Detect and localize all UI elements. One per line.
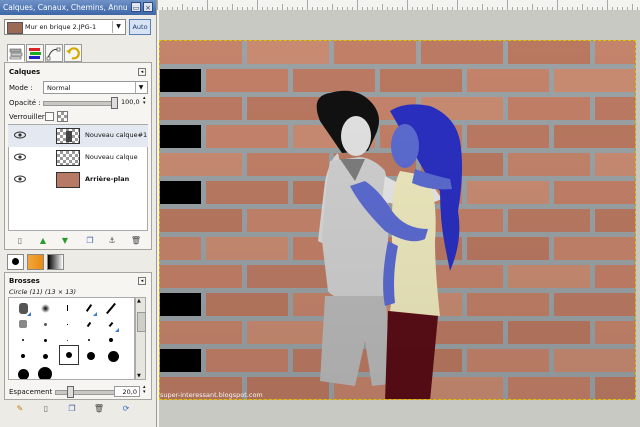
lock-alpha-icon[interactable]	[57, 111, 68, 122]
layer-row[interactable]: Nouveau calque#1	[8, 125, 148, 147]
spacing-label: Espacement :	[9, 388, 57, 396]
watermark-text: super-interessant.blogspot.com	[160, 391, 263, 399]
spacing-input[interactable]: 20,0	[114, 386, 140, 397]
refresh-brushes-icon[interactable]: ⟳	[120, 403, 132, 415]
layer-thumbnail	[56, 128, 80, 144]
eye-icon[interactable]	[14, 153, 26, 161]
chevron-down-icon[interactable]: ▼	[135, 82, 146, 93]
lower-layer-icon[interactable]: ▼	[59, 235, 71, 247]
scroll-up-icon[interactable]: ▲	[137, 298, 141, 304]
dock-title-bar[interactable]: Calques, Canaux, Chemins, Annuler... ▭ ×	[0, 0, 156, 15]
brush-calligraphic-icon[interactable]	[103, 300, 119, 316]
layer-row[interactable]: Nouveau calque	[8, 147, 148, 169]
anchor-layer-icon[interactable]: ⚓	[106, 235, 118, 247]
brick-wall-image	[160, 41, 635, 399]
opacity-spin-icon[interactable]: ▴ ▾	[143, 96, 146, 106]
paths-icon	[46, 47, 61, 61]
image-canvas[interactable]	[159, 40, 636, 400]
edit-brush-icon[interactable]: ✎	[14, 403, 26, 415]
current-brush-label: Circle (11) (13 × 13)	[9, 288, 77, 296]
auto-button[interactable]: Auto	[129, 19, 151, 35]
mode-select[interactable]: Normal ▼	[43, 81, 148, 94]
layers-icon	[9, 48, 23, 60]
opacity-label: Opacité :	[9, 99, 41, 107]
brush-icon	[12, 258, 19, 265]
lock-label: Verrouiller :	[9, 113, 50, 121]
brushes-panel-title: Brosses	[9, 277, 40, 285]
brush-circle-icon[interactable]	[103, 332, 119, 348]
layer-name: Arrière-plan	[85, 175, 130, 183]
brush-line-icon[interactable]	[59, 300, 75, 316]
brush-calligraphic-icon[interactable]	[103, 316, 119, 332]
brush-circle-icon[interactable]	[83, 348, 99, 364]
layer-name: Nouveau calque#1	[85, 131, 148, 139]
spacing-value: 20,0	[122, 388, 137, 396]
tab-undo-history[interactable]	[64, 44, 82, 62]
eye-icon[interactable]	[14, 175, 26, 183]
tab-layers[interactable]	[7, 44, 25, 62]
brush-calligraphic-icon[interactable]	[81, 316, 97, 332]
opacity-slider[interactable]	[43, 101, 117, 106]
brush-circle-icon[interactable]	[105, 348, 121, 364]
brush-fuzzy-icon[interactable]	[37, 316, 53, 332]
layers-panel-title: Calques	[9, 68, 41, 76]
opacity-value[interactable]: 100,0	[121, 98, 140, 106]
layer-row[interactable]: Arrière-plan	[8, 169, 148, 191]
brush-calligraphic-icon[interactable]	[81, 300, 97, 316]
brush-circle-icon[interactable]	[37, 348, 53, 364]
image-thumbnail	[7, 22, 23, 34]
brush-line-icon[interactable]	[59, 316, 75, 332]
brush-circle-icon[interactable]	[15, 332, 31, 348]
brush-circle-selected[interactable]	[59, 345, 79, 365]
brush-pepper-icon[interactable]	[15, 316, 31, 332]
tab-paths[interactable]	[45, 44, 63, 62]
brush-circle-icon[interactable]	[37, 332, 53, 348]
ruler-ticks	[157, 0, 638, 10]
brush-circle-icon[interactable]	[15, 366, 31, 379]
spacing-spin-icon[interactable]: ▴ ▾	[143, 385, 146, 395]
figures-artwork	[160, 41, 635, 399]
tab-channels[interactable]	[26, 44, 44, 62]
duplicate-brush-icon[interactable]: ❐	[66, 403, 78, 415]
layer-name: Nouveau calque	[85, 153, 138, 161]
spacing-slider[interactable]	[55, 390, 115, 395]
tab-gradients[interactable]	[47, 254, 64, 270]
brush-circle-icon[interactable]	[37, 366, 53, 379]
brush-grid[interactable]	[8, 297, 135, 380]
channels-icon	[29, 48, 41, 59]
brush-circle-icon[interactable]	[81, 332, 97, 348]
tab-patterns[interactable]	[27, 254, 44, 270]
new-brush-icon[interactable]: ▯	[40, 403, 52, 415]
chevron-down-icon[interactable]: ▼	[112, 21, 124, 33]
layer-thumbnail	[56, 172, 80, 188]
brush-pepper-icon[interactable]	[15, 300, 31, 316]
brush-circle-icon[interactable]	[15, 348, 31, 364]
tab-brushes[interactable]	[7, 254, 24, 270]
mode-value: Normal	[47, 84, 71, 92]
image-selector-value: Mur en brique 2.JPG-1	[25, 23, 97, 31]
new-layer-icon[interactable]: ▯	[14, 235, 26, 247]
brush-grid-scrollbar[interactable]: ▲ ▼	[135, 297, 146, 380]
lock-pixels-checkbox[interactable]	[45, 112, 54, 121]
duplicate-layer-icon[interactable]: ❐	[84, 235, 96, 247]
opacity-slider-handle[interactable]	[111, 97, 118, 109]
undo-icon	[66, 47, 80, 60]
scroll-down-icon[interactable]: ▼	[137, 373, 141, 379]
delete-brush-icon[interactable]: 🗑	[93, 403, 105, 415]
delete-layer-icon[interactable]: 🗑	[130, 235, 142, 247]
spacing-slider-handle[interactable]	[66, 386, 74, 398]
raise-layer-icon[interactable]: ▲	[37, 235, 49, 247]
dock-title: Calques, Canaux, Chemins, Annuler...	[3, 3, 127, 12]
scrollbar-thumb[interactable]	[137, 312, 146, 332]
brush-fuzzy-icon[interactable]	[37, 300, 53, 316]
restore-icon[interactable]: ▭	[131, 2, 141, 12]
mode-label: Mode :	[9, 84, 33, 92]
panel-menu-icon[interactable]: ◂	[138, 277, 146, 285]
eye-icon[interactable]	[14, 131, 26, 139]
image-selector[interactable]: Mur en brique 2.JPG-1 ▼	[4, 19, 126, 35]
layer-thumbnail	[56, 150, 80, 166]
panel-menu-icon[interactable]: ◂	[138, 68, 146, 76]
close-icon[interactable]: ×	[143, 2, 153, 12]
